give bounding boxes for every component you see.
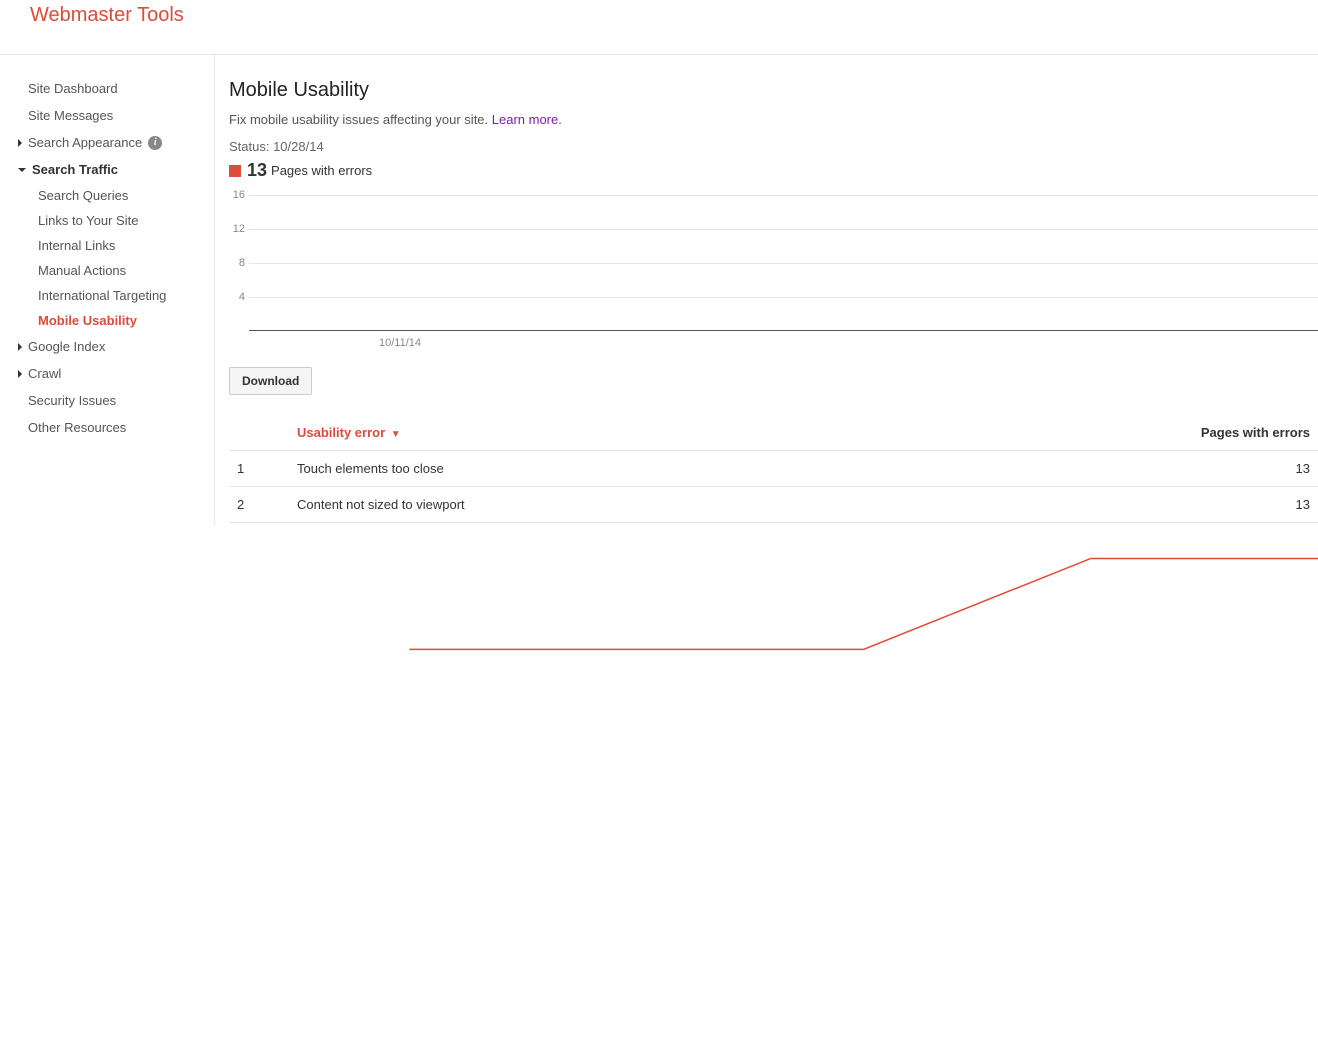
chart-y-tick: 16 bbox=[229, 189, 245, 201]
status-line: Status: 10/28/14 bbox=[229, 139, 1318, 154]
sidebar-item-dashboard[interactable]: Site Dashboard bbox=[18, 75, 214, 102]
chart-y-tick: 4 bbox=[229, 291, 245, 303]
info-icon[interactable]: i bbox=[148, 136, 162, 150]
sidebar-item-mobile-usability[interactable]: Mobile Usability bbox=[38, 308, 214, 333]
sidebar-item-search-traffic[interactable]: Search Traffic bbox=[18, 156, 214, 183]
sidebar-item-manual-actions[interactable]: Manual Actions bbox=[38, 258, 214, 283]
sidebar-item-internal-links[interactable]: Internal Links bbox=[38, 233, 214, 258]
sidebar-item-label: Mobile Usability bbox=[38, 313, 137, 328]
sidebar-item-search-queries[interactable]: Search Queries bbox=[38, 183, 214, 208]
chart-y-tick: 8 bbox=[229, 257, 245, 269]
sidebar-item-links-to-site[interactable]: Links to Your Site bbox=[38, 208, 214, 233]
sidebar-item-label: Internal Links bbox=[38, 238, 115, 253]
chart-y-tick: 12 bbox=[229, 223, 245, 235]
chevron-down-icon bbox=[18, 168, 26, 172]
chevron-right-icon bbox=[18, 370, 22, 378]
errors-chart: 4 8 12 16 10/11/14 bbox=[229, 191, 1318, 351]
sidebar-item-label: Site Messages bbox=[28, 108, 113, 123]
sidebar-item-intl-targeting[interactable]: International Targeting bbox=[38, 283, 214, 308]
main-content: Mobile Usability Fix mobile usability is… bbox=[215, 55, 1318, 525]
sidebar-item-search-appearance[interactable]: Search Appearance i bbox=[18, 129, 214, 156]
sidebar-item-other-resources[interactable]: Other Resources bbox=[18, 414, 214, 441]
app-title: Webmaster Tools bbox=[30, 0, 184, 27]
sidebar-item-label: Other Resources bbox=[28, 420, 126, 435]
sidebar-nav: Site Dashboard Site Messages Search Appe… bbox=[0, 55, 215, 525]
subtitle-text: Fix mobile usability issues affecting yo… bbox=[229, 112, 492, 127]
sidebar-item-label: Security Issues bbox=[28, 393, 116, 408]
chart-line-svg bbox=[249, 195, 1318, 1046]
chevron-right-icon bbox=[18, 139, 22, 147]
page-title: Mobile Usability bbox=[229, 79, 1318, 102]
sidebar-item-label: Links to Your Site bbox=[38, 213, 138, 228]
sidebar-item-label: Manual Actions bbox=[38, 263, 126, 278]
sidebar-item-label: International Targeting bbox=[38, 288, 166, 303]
sidebar-item-security-issues[interactable]: Security Issues bbox=[18, 387, 214, 414]
sidebar-subnav-traffic: Search Queries Links to Your Site Intern… bbox=[18, 183, 214, 333]
sidebar-item-google-index[interactable]: Google Index bbox=[18, 333, 214, 360]
sidebar-item-crawl[interactable]: Crawl bbox=[18, 360, 214, 387]
chevron-right-icon bbox=[18, 343, 22, 351]
legend-label: Pages with errors bbox=[271, 163, 372, 178]
legend-swatch-icon bbox=[229, 165, 241, 177]
legend-count: 13 bbox=[247, 160, 267, 181]
chart-plot-area bbox=[249, 195, 1318, 331]
sidebar-item-label: Search Appearance bbox=[28, 135, 142, 150]
sidebar-item-label: Google Index bbox=[28, 339, 105, 354]
page-subtitle: Fix mobile usability issues affecting yo… bbox=[229, 112, 1318, 127]
sidebar-item-label: Search Queries bbox=[38, 188, 128, 203]
learn-more-link[interactable]: Learn more bbox=[492, 112, 558, 127]
chart-legend: 13 Pages with errors bbox=[229, 160, 1318, 181]
chart-x-tick: 10/11/14 bbox=[379, 337, 421, 349]
sidebar-item-messages[interactable]: Site Messages bbox=[18, 102, 214, 129]
sidebar-item-label: Search Traffic bbox=[32, 162, 118, 177]
sidebar-item-label: Crawl bbox=[28, 366, 61, 381]
sidebar-item-label: Site Dashboard bbox=[28, 81, 118, 96]
chart-series-line bbox=[409, 558, 1318, 649]
app-header: Webmaster Tools bbox=[0, 0, 1318, 55]
